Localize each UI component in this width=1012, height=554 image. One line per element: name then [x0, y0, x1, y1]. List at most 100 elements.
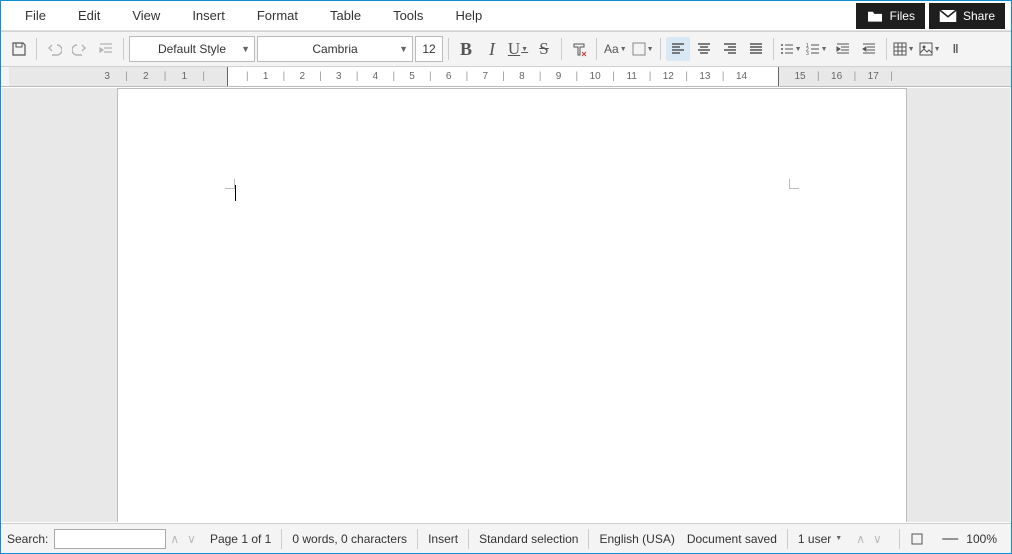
text-cursor: [235, 185, 236, 201]
menu-help[interactable]: Help: [439, 2, 498, 29]
chevron-down-icon: ▼: [399, 44, 408, 54]
ruler-tick: 7: [468, 71, 502, 82]
decrease-indent-button[interactable]: [857, 37, 881, 61]
number-list-button[interactable]: 123▼: [805, 37, 829, 61]
chevron-down-icon: ▼: [835, 535, 842, 542]
status-selection-mode[interactable]: Standard selection: [468, 529, 588, 549]
case-button[interactable]: Aa▼: [602, 37, 629, 61]
ruler-tick: 12: [651, 71, 685, 82]
table-icon: [893, 42, 907, 56]
search-input[interactable]: [54, 529, 166, 549]
save-button[interactable]: [7, 37, 31, 61]
menu-insert[interactable]: Insert: [176, 2, 241, 29]
zoom-out-button[interactable]: —: [942, 530, 958, 548]
files-label: Files: [890, 9, 915, 23]
statusbar: Search: ∧ ∨ Page 1 of 1 0 words, 0 chara…: [1, 523, 1011, 553]
font-name-combo[interactable]: Cambria ▼: [257, 36, 413, 62]
font-size-combo[interactable]: 12: [415, 36, 443, 62]
font-name-value: Cambria: [312, 42, 357, 56]
search-label: Search:: [7, 532, 54, 546]
search-prev-button[interactable]: ∧: [166, 532, 183, 546]
paragraph-style-combo[interactable]: Default Style ▼: [129, 36, 255, 62]
menu-table[interactable]: Table: [314, 2, 377, 29]
ruler-tick: 5: [395, 71, 429, 82]
ruler-tick: 2: [128, 71, 164, 82]
strikethrough-button[interactable]: S: [532, 37, 556, 61]
status-view-mode[interactable]: [899, 529, 934, 549]
status-users[interactable]: 1 user▼: [787, 529, 852, 549]
image-icon: [919, 42, 933, 56]
more-button[interactable]: ‖: [944, 37, 968, 61]
status-insert-mode[interactable]: Insert: [417, 529, 468, 549]
page-up-button[interactable]: ∧: [852, 532, 869, 546]
bullet-list-button[interactable]: ▼: [779, 37, 803, 61]
align-left-button[interactable]: [666, 37, 690, 61]
page-view-icon: [910, 532, 924, 546]
ruler-tick: 1: [166, 71, 202, 82]
chevron-down-icon: ▼: [795, 46, 802, 53]
font-size-value: 12: [422, 42, 435, 56]
redo-icon: [72, 41, 88, 57]
ruler-tick: 11: [615, 71, 649, 82]
ruler-tick: 3: [89, 71, 125, 82]
ruler-left-margin: 3| 2| 1|: [9, 67, 227, 86]
workspace[interactable]: [2, 88, 1010, 522]
ruler-main: | 1| 2| 3| 4| 5| 6| 7| 8| 9| 10| 11| 12|…: [227, 67, 779, 86]
align-center-button[interactable]: [692, 37, 716, 61]
align-center-icon: [697, 42, 711, 56]
bold-button[interactable]: B: [454, 37, 478, 61]
chevron-down-icon: ▼: [934, 46, 941, 53]
increase-indent-icon: [836, 42, 850, 56]
chevron-down-icon: ▼: [821, 46, 828, 53]
svg-text:3: 3: [806, 51, 809, 56]
files-button[interactable]: Files: [856, 3, 925, 29]
italic-button[interactable]: I: [480, 37, 504, 61]
increase-indent-button[interactable]: [831, 37, 855, 61]
indent-button[interactable]: [94, 37, 118, 61]
menu-edit[interactable]: Edit: [62, 2, 116, 29]
status-page[interactable]: Page 1 of 1: [200, 529, 281, 549]
folder-icon: [866, 9, 884, 23]
ruler-tick: 10: [578, 71, 612, 82]
insert-image-button[interactable]: ▼: [918, 37, 942, 61]
insert-table-button[interactable]: ▼: [892, 37, 916, 61]
undo-button[interactable]: [42, 37, 66, 61]
toolbar: Default Style ▼ Cambria ▼ 12 B I U▼ S Aa…: [1, 31, 1011, 67]
mail-icon: [939, 9, 957, 23]
align-justify-button[interactable]: [744, 37, 768, 61]
chevron-down-icon: ▼: [908, 46, 915, 53]
margin-marker-top-left: [225, 179, 235, 189]
chevron-down-icon: ▼: [241, 44, 250, 54]
menu-tools[interactable]: Tools: [377, 2, 439, 29]
redo-button[interactable]: [68, 37, 92, 61]
menu-file[interactable]: File: [9, 2, 62, 29]
zoom-controls: — 100%: [934, 530, 1005, 548]
underline-button[interactable]: U▼: [506, 37, 530, 61]
page-down-button[interactable]: ∨: [869, 532, 886, 546]
ruler-tick: 16: [820, 71, 854, 82]
ruler-tick: 8: [505, 71, 539, 82]
zoom-level[interactable]: 100%: [966, 532, 997, 546]
status-language[interactable]: English (USA): [588, 529, 684, 549]
ruler-tick: 6: [432, 71, 466, 82]
ruler-tick: 13: [688, 71, 722, 82]
clear-formatting-button[interactable]: [567, 37, 591, 61]
align-right-button[interactable]: [718, 37, 742, 61]
ruler[interactable]: 3| 2| 1| | 1| 2| 3| 4| 5| 6| 7| 8| 9| 10…: [1, 67, 1011, 87]
search-next-button[interactable]: ∨: [183, 532, 200, 546]
chevron-down-icon: ▼: [620, 46, 627, 53]
ruler-tick: 15: [783, 71, 817, 82]
bullet-icon: [780, 42, 794, 56]
chevron-down-icon: ▼: [521, 45, 528, 53]
share-button[interactable]: Share: [929, 3, 1005, 29]
document-page[interactable]: [117, 88, 907, 522]
status-word-count[interactable]: 0 words, 0 characters: [281, 529, 417, 549]
top-buttons: Files Share: [854, 1, 1007, 31]
menu-format[interactable]: Format: [241, 2, 314, 29]
margin-marker-top-right: [789, 179, 799, 189]
highlight-button[interactable]: ▼: [631, 37, 655, 61]
paragraph-style-value: Default Style: [158, 42, 226, 56]
menu-view[interactable]: View: [116, 2, 176, 29]
save-icon: [11, 41, 27, 57]
indent-icon: [98, 41, 114, 57]
